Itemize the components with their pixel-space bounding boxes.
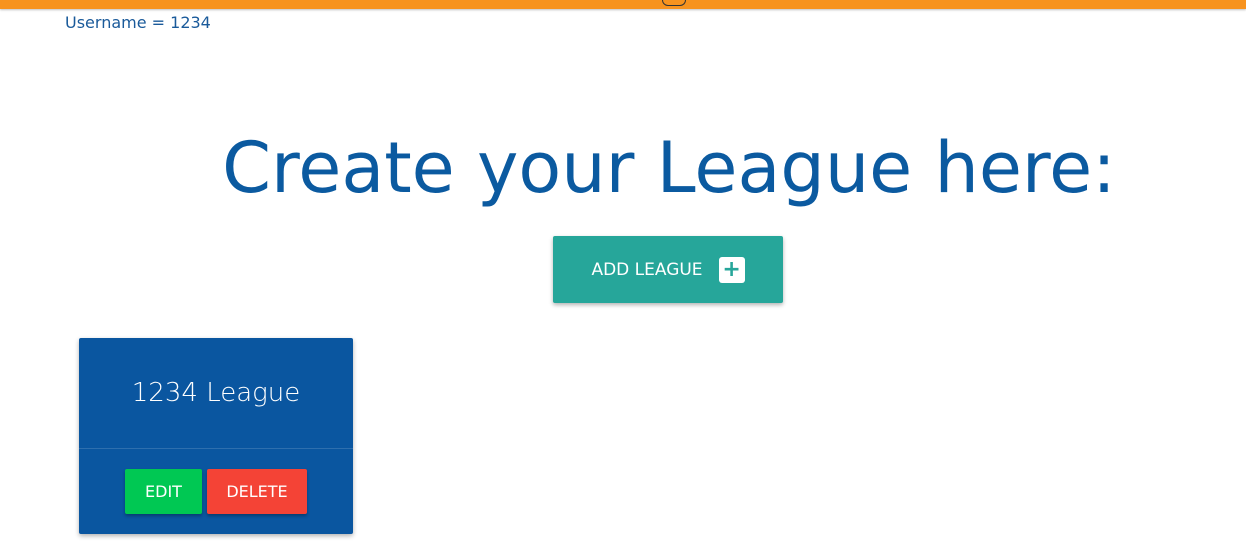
logo-icon[interactable] — [662, 0, 686, 6]
add-league-button[interactable]: ADD LEAGUE + — [553, 236, 783, 303]
league-card: 1234 League EDIT DELETE — [79, 338, 353, 534]
delete-button[interactable]: DELETE — [207, 469, 307, 514]
username-label: Username = 1234 — [65, 13, 211, 32]
card-actions: EDIT DELETE — [79, 469, 353, 514]
top-bar — [0, 0, 1246, 9]
league-name: 1234 League — [131, 378, 301, 408]
card-divider — [79, 448, 353, 449]
plus-icon: + — [718, 256, 745, 283]
add-league-label: ADD LEAGUE — [591, 259, 703, 280]
page-title: Create your League here: — [222, 127, 1116, 209]
edit-button[interactable]: EDIT — [125, 469, 202, 514]
